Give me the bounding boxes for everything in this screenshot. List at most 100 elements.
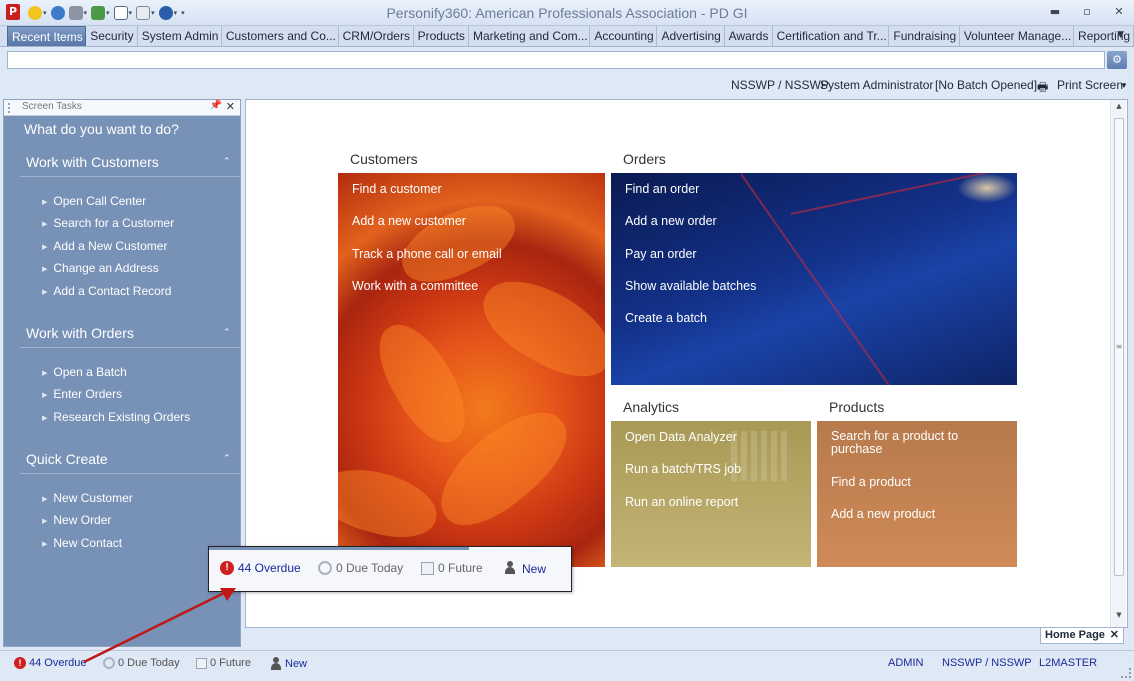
minimize-icon[interactable]: ▬ — [1048, 6, 1062, 18]
task-link-enter-orders[interactable]: ▶ Enter Orders — [42, 387, 122, 401]
future-tasks[interactable]: 0 Future — [196, 657, 251, 669]
group-title-customers[interactable]: Work with Customers — [26, 154, 159, 170]
close-icon[interactable]: ✕ — [226, 100, 235, 113]
task-link-new-customer[interactable]: ▶ New Customer — [42, 491, 133, 505]
tab-crm-orders[interactable]: CRM/Orders — [339, 26, 414, 46]
divider — [20, 473, 240, 474]
link-find-customer[interactable]: Find a customer — [352, 182, 442, 196]
group-title-orders[interactable]: Work with Orders — [26, 325, 134, 341]
tab-products[interactable]: Products — [414, 26, 469, 46]
scroll-down-icon[interactable]: ▼ — [1111, 611, 1127, 625]
due-today-tasks[interactable]: 0 Due Today — [103, 657, 180, 669]
pin-icon[interactable]: 📌 — [210, 100, 222, 111]
print-dropdown-icon[interactable]: ▼ — [1120, 81, 1128, 90]
tab-advertising[interactable]: Advertising — [657, 26, 725, 46]
gear-icon[interactable]: ⚙ — [1107, 51, 1127, 69]
tab-accounting[interactable]: Accounting — [590, 26, 658, 46]
clock-icon — [103, 657, 115, 669]
collapse-icon[interactable]: ⌃ — [223, 328, 231, 338]
window-controls: ▬ ▫ ✕ — [1048, 6, 1126, 18]
window-title: Personify360: American Professionals Ass… — [386, 5, 748, 21]
module-tabs: Recent Items Security System Admin Custo… — [0, 26, 1134, 47]
status-bar: ! 44 Overdue 0 Due Today 0 Future New AD… — [0, 650, 1134, 681]
link-open-data-analyzer[interactable]: Open Data Analyzer — [625, 430, 737, 444]
link-work-committee[interactable]: Work with a committee — [352, 279, 478, 293]
triangle-right-icon: ▶ — [42, 221, 48, 228]
task-link-add-customer[interactable]: ▶ Add a New Customer — [42, 239, 167, 253]
group-title-quick-create[interactable]: Quick Create — [26, 451, 108, 467]
vertical-scrollbar[interactable]: ▲ ≡ ▼ — [1110, 100, 1126, 627]
tab-customers[interactable]: Customers and Co... — [222, 26, 339, 46]
link-run-online-report[interactable]: Run an online report — [625, 495, 738, 509]
maximize-icon[interactable]: ▫ — [1080, 6, 1094, 18]
print-screen-button[interactable]: Print Screen — [1057, 78, 1123, 92]
printer-icon: 🖶 — [1037, 80, 1049, 94]
tab-home-page[interactable]: Home Page ✕ — [1040, 628, 1124, 644]
link-add-customer[interactable]: Add a new customer — [352, 214, 466, 228]
new-task-button[interactable]: New — [270, 657, 307, 670]
triangle-right-icon: ▶ — [42, 392, 48, 399]
link-add-product[interactable]: Add a new product — [831, 507, 935, 521]
task-link-new-contact[interactable]: ▶ New Contact — [42, 536, 122, 550]
close-icon[interactable]: ✕ — [1110, 628, 1119, 641]
address-input[interactable] — [7, 51, 1105, 69]
task-link-add-contact[interactable]: ▶ Add a Contact Record — [42, 284, 171, 298]
triangle-right-icon: ▶ — [42, 266, 48, 273]
tab-fundraising[interactable]: Fundraising — [889, 26, 960, 46]
scroll-up-icon[interactable]: ▲ — [1111, 102, 1127, 116]
tab-reporting[interactable]: Reporting — [1074, 26, 1134, 46]
link-find-product[interactable]: Find a product — [831, 475, 911, 489]
batch-status[interactable]: [No Batch Opened] — [935, 78, 1037, 92]
link-find-order[interactable]: Find an order — [625, 182, 699, 196]
tile-title-orders: Orders — [623, 151, 666, 167]
callout-overdue: ! 44 Overdue — [220, 561, 301, 575]
grip-icon: ≡ — [1115, 342, 1123, 351]
collapse-icon[interactable]: ⌃ — [223, 454, 231, 464]
tile-title-analytics: Analytics — [623, 399, 680, 415]
link-run-batch-job[interactable]: Run a batch/TRS job — [625, 462, 741, 476]
close-icon[interactable]: ✕ — [1112, 6, 1126, 18]
calendar-icon — [196, 657, 207, 669]
cloud-decoration — [957, 173, 1017, 203]
person-icon — [270, 657, 282, 670]
callout-accent-bar — [209, 547, 469, 550]
role-label: System Administrator — [820, 78, 934, 92]
grip-icon[interactable] — [8, 103, 16, 113]
collapse-icon[interactable]: ⌃ — [223, 157, 231, 167]
task-link-change-address[interactable]: ▶ Change an Address — [42, 261, 159, 275]
tab-certification[interactable]: Certification and Tr... — [773, 26, 890, 46]
link-track-call[interactable]: Track a phone call or email — [352, 247, 502, 261]
link-add-order[interactable]: Add a new order — [625, 214, 717, 228]
task-link-open-call-center[interactable]: ▶ Open Call Center — [42, 194, 146, 208]
chevron-down-icon[interactable]: ▼ — [1117, 30, 1124, 40]
task-link-search-customer[interactable]: ▶ Search for a Customer — [42, 216, 174, 230]
analytics-tile: Open Data Analyzer Run a batch/TRS job R… — [611, 421, 811, 567]
pane-heading: What do you want to do? — [24, 121, 179, 137]
task-link-research-orders[interactable]: ▶ Research Existing Orders — [42, 410, 190, 424]
tab-volunteer[interactable]: Volunteer Manage... — [960, 26, 1075, 46]
triangle-right-icon: ▶ — [42, 496, 48, 503]
tile-title-products: Products — [829, 399, 885, 415]
screen-tasks-pane: Screen Tasks 📌 ✕ What do you want to do?… — [3, 99, 241, 647]
tab-recent-items[interactable]: Recent Items — [7, 26, 87, 46]
calendar-icon — [421, 561, 434, 575]
link-show-batches[interactable]: Show available batches — [625, 279, 756, 293]
tab-system-admin[interactable]: System Admin — [138, 26, 222, 46]
task-link-open-batch[interactable]: ▶ Open a Batch — [42, 365, 127, 379]
triangle-right-icon: ▶ — [42, 289, 48, 296]
task-link-new-order[interactable]: ▶ New Order — [42, 513, 111, 527]
link-create-batch[interactable]: Create a batch — [625, 311, 707, 325]
triangle-right-icon: ▶ — [42, 199, 48, 206]
callout-due-today: 0 Due Today — [318, 561, 403, 575]
overdue-tasks[interactable]: ! 44 Overdue — [14, 657, 86, 669]
alert-icon: ! — [220, 561, 234, 575]
tab-security[interactable]: Security — [86, 26, 138, 46]
link-pay-order[interactable]: Pay an order — [625, 247, 697, 261]
pane-title: Screen Tasks — [22, 101, 82, 112]
divider — [20, 176, 240, 177]
tab-awards[interactable]: Awards — [725, 26, 773, 46]
tab-marketing[interactable]: Marketing and Com... — [469, 26, 591, 46]
resize-grip-icon[interactable] — [1121, 668, 1131, 678]
pane-header: Screen Tasks 📌 ✕ — [4, 100, 240, 116]
link-search-product[interactable]: Search for a product to purchase — [831, 430, 991, 456]
